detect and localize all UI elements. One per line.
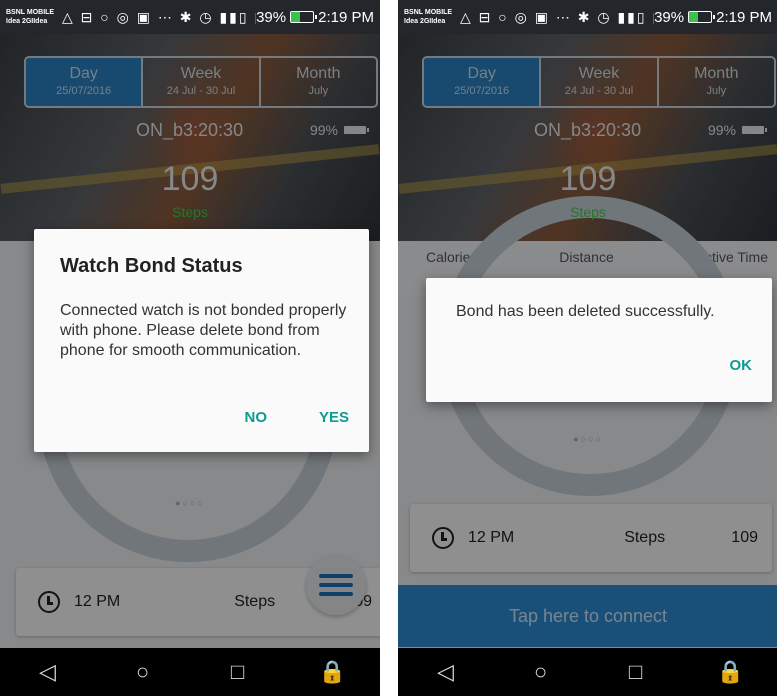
status-bar: BSNL MOBILE Idea 2GIIdea △ ⊟ ○ ◎ ▣ ⋯ ✱ ◷… [0,0,380,34]
watch-bond-status-dialog: Watch Bond Status Connected watch is not… [34,229,369,452]
ok-button[interactable]: OK [730,357,753,374]
battery-icon [290,11,318,23]
home-icon[interactable]: ○ [521,659,561,685]
recents-icon[interactable]: □ [218,659,258,685]
carrier-name: BSNL MOBILE [404,9,453,16]
battery-percent: 39% [654,8,685,26]
battery-percent: 39% [256,8,287,26]
carrier-info: BSNL MOBILE Idea 2GIIdea [404,8,456,26]
clock-time: 2:19 PM [318,8,374,26]
dialog-message: Bond has been deleted successfully. [456,303,715,320]
battery-icon [688,11,716,23]
home-icon[interactable]: ○ [123,659,163,685]
carrier-network: Idea 2GIIdea [404,18,446,25]
bond-deleted-dialog: Bond has been deleted successfully. OK [426,278,772,402]
dialog-message: Connected watch is not bonded properly w… [60,302,347,359]
carrier-network: Idea 2GIIdea [6,18,48,25]
back-icon[interactable]: ◁ [426,659,466,685]
right-screen: BSNL MOBILE Idea 2GIIdea △ ⊟ ○ ◎ ▣ ⋯ ✱ ◷… [398,0,777,696]
back-icon[interactable]: ◁ [28,659,68,685]
notification-icons: △ ⊟ ○ ◎ ▣ ⋯ ✱ ◷ ▮▮▯ ▮▮▯ [460,8,654,25]
notification-icons: △ ⊟ ○ ◎ ▣ ⋯ ✱ ◷ ▮▮▯ ▮▮▯ [62,8,256,25]
lock-icon[interactable]: 🔒 [313,659,353,685]
carrier-info: BSNL MOBILE Idea 2GIIdea [6,8,58,26]
carrier-name: BSNL MOBILE [6,9,55,16]
navigation-bar: ◁ ○ □ 🔒 [0,648,380,696]
clock-time: 2:19 PM [716,8,772,26]
no-button[interactable]: NO [244,409,267,426]
status-bar: BSNL MOBILE Idea 2GIIdea △ ⊟ ○ ◎ ▣ ⋯ ✱ ◷… [398,0,777,34]
dialog-title: Watch Bond Status [60,255,243,277]
left-screen: BSNL MOBILE Idea 2GIIdea △ ⊟ ○ ◎ ▣ ⋯ ✱ ◷… [0,0,380,696]
yes-button[interactable]: YES [319,409,349,426]
recents-icon[interactable]: □ [616,659,656,685]
navigation-bar: ◁ ○ □ 🔒 [398,648,777,696]
lock-icon[interactable]: 🔒 [711,659,751,685]
